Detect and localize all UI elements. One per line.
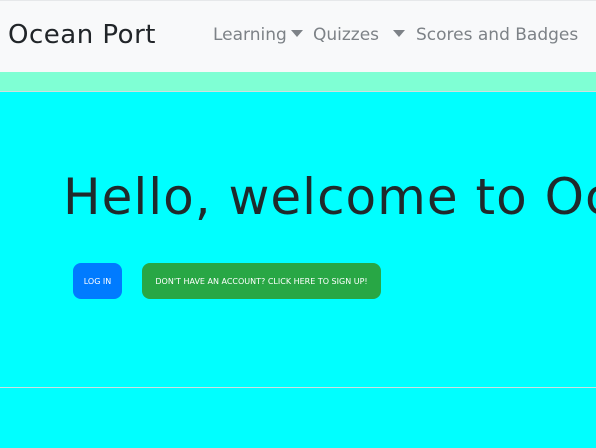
hero-section: Hello, welcome to Oce Log In Don't have … [0, 91, 596, 388]
nav-learning[interactable]: Learning [213, 25, 287, 45]
signup-button[interactable]: Don't have an account? Click here to sig… [142, 263, 381, 299]
nav-quizzes[interactable]: Quizzes [313, 25, 379, 45]
navbar: Ocean Port Learning Quizzes Scores and B… [0, 0, 596, 72]
login-button[interactable]: Log In [73, 263, 122, 299]
accent-strip [0, 72, 596, 91]
brand-logo[interactable]: Ocean Port [8, 20, 156, 50]
welcome-heading: Hello, welcome to Oce [63, 168, 596, 226]
chevron-down-icon[interactable] [291, 30, 303, 37]
nav-scores-and-badges[interactable]: Scores and Badges [416, 25, 578, 45]
chevron-down-icon[interactable] [393, 30, 405, 37]
